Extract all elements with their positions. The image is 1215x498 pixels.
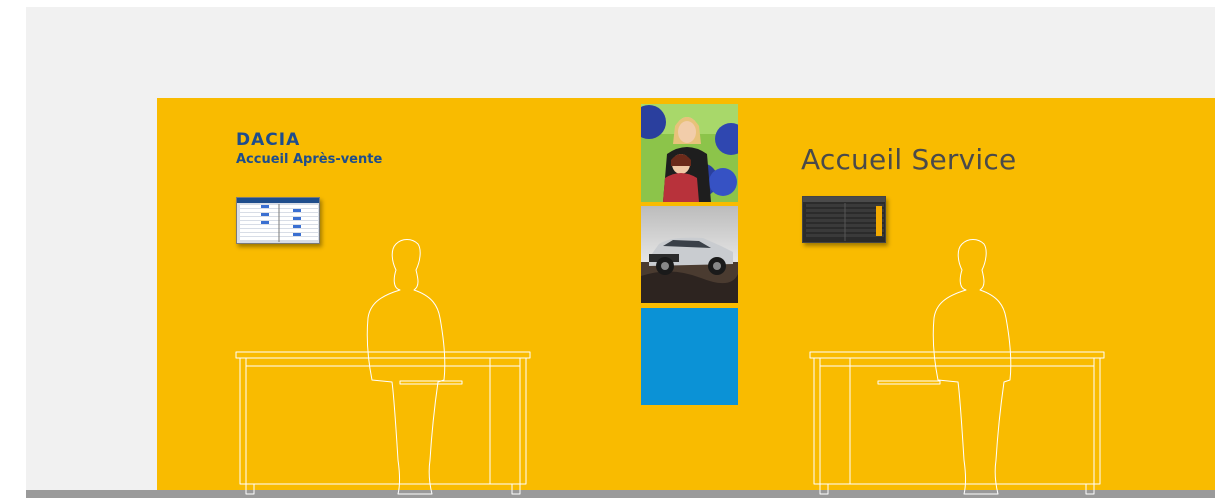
counter-desk-icon <box>809 351 1105 495</box>
person-silhouette-icon <box>932 239 1012 495</box>
counter-line-art <box>235 239 1105 495</box>
person-silhouette-icon <box>366 239 446 495</box>
counter-desk-icon <box>235 351 531 495</box>
